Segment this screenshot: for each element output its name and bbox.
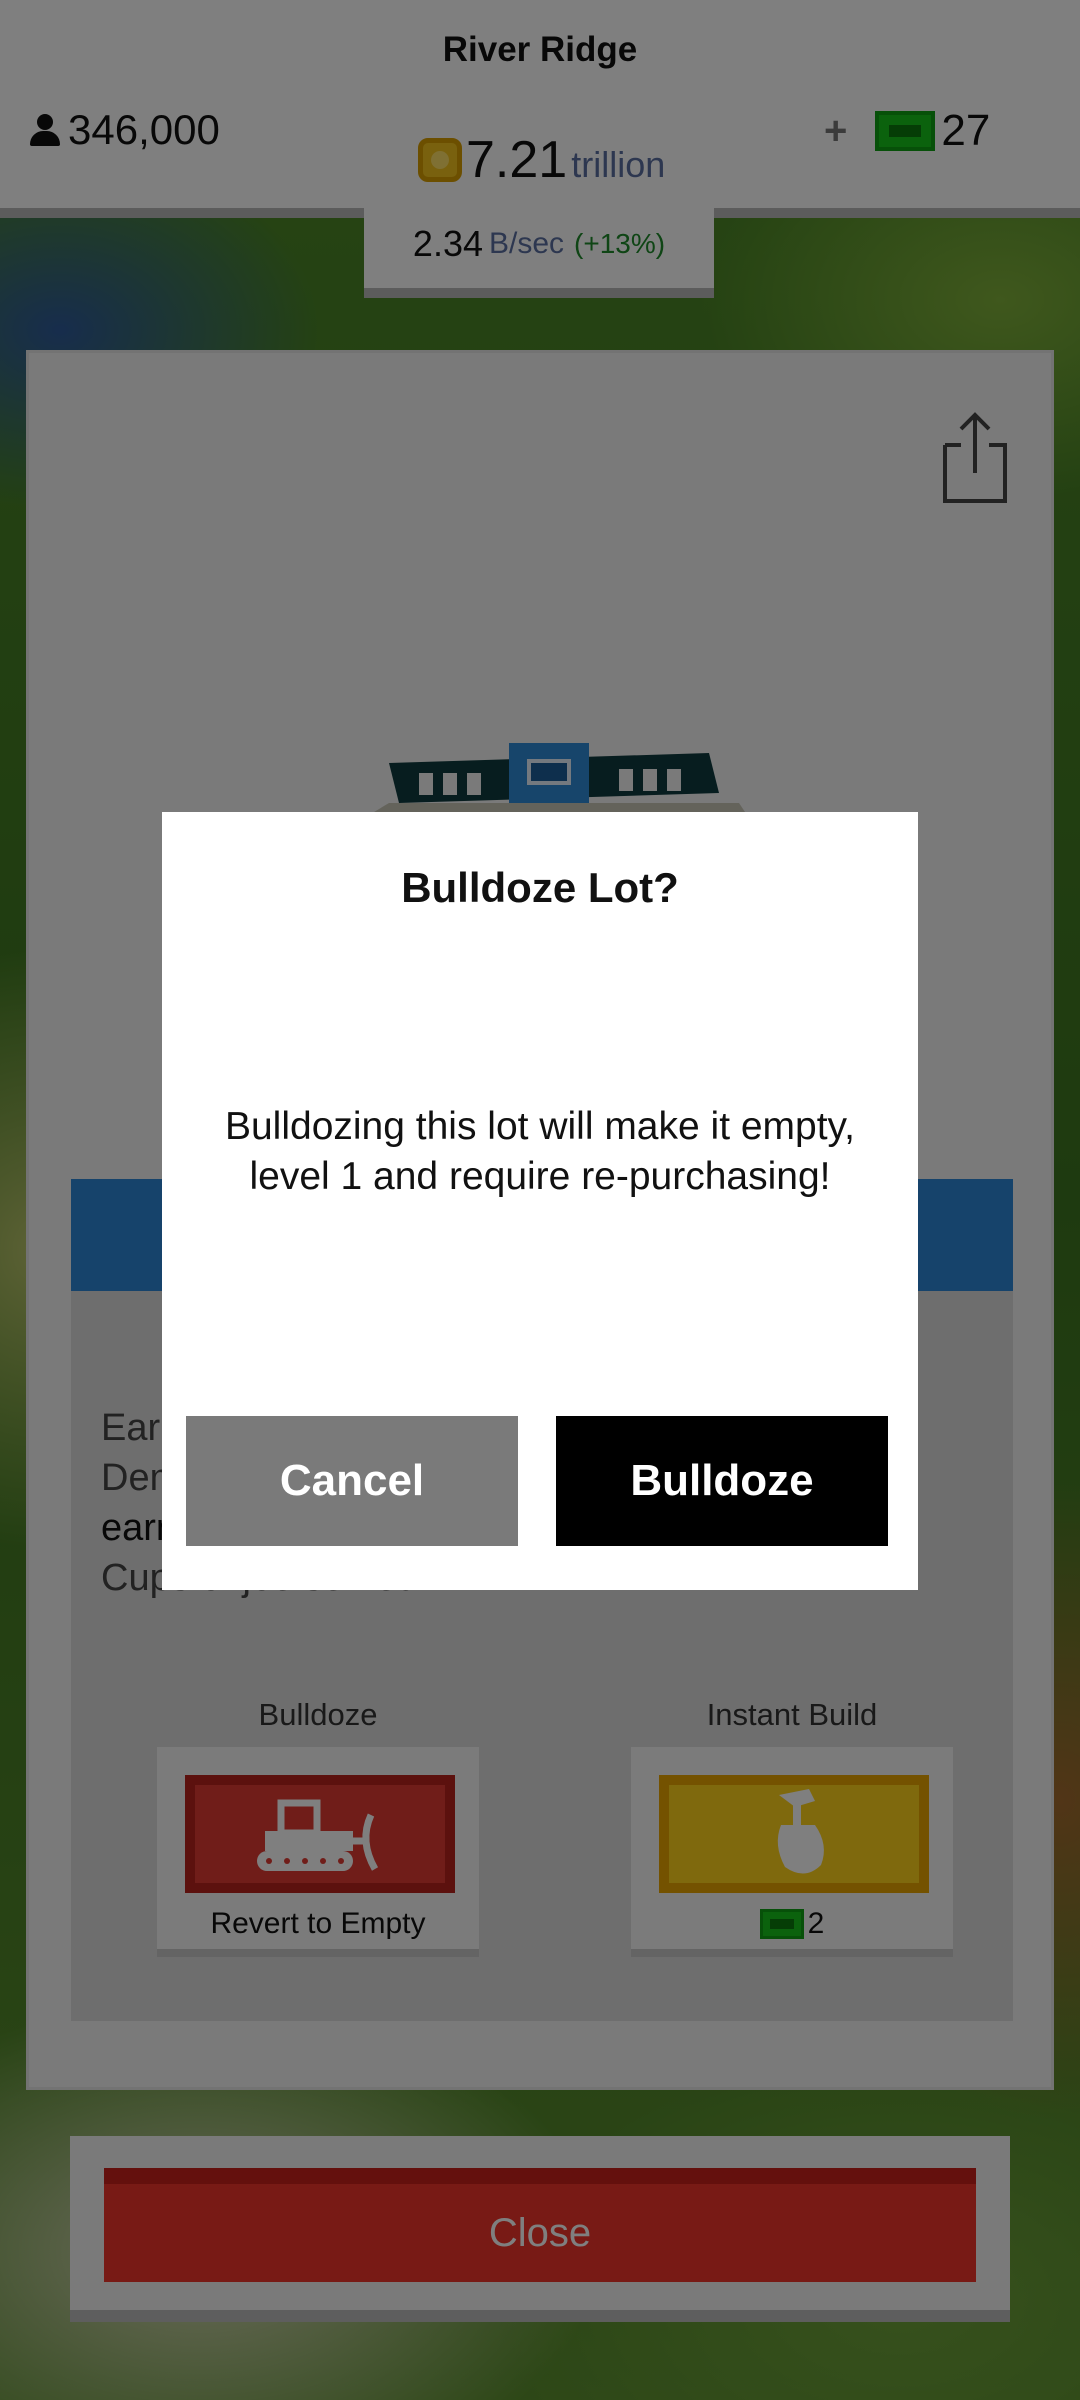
dialog-message: Bulldozing this lot will make it empty, … xyxy=(224,1105,856,1198)
dialog-title: Bulldoze Lot? xyxy=(401,864,679,911)
bulldoze-dialog: Bulldoze Lot? Bulldozing this lot will m… xyxy=(162,812,918,1590)
confirm-bulldoze-button[interactable]: Bulldoze xyxy=(556,1416,888,1546)
cancel-button[interactable]: Cancel xyxy=(186,1416,518,1546)
